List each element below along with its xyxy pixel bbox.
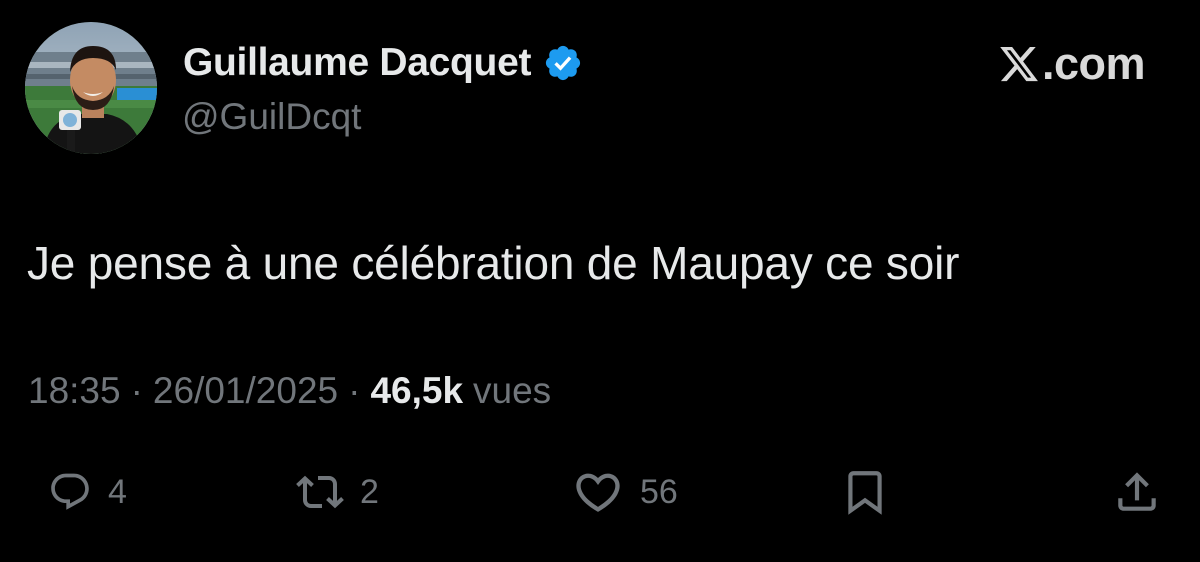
heart-icon <box>572 466 624 518</box>
share-button[interactable] <box>1112 462 1162 522</box>
avatar[interactable] <box>25 22 157 154</box>
tweet-time[interactable]: 18:35 <box>28 370 121 412</box>
tweet-card: Guillaume Dacquet @GuilDcqt .com Je pens… <box>0 0 1200 562</box>
author-handle[interactable]: @GuilDcqt <box>182 96 361 138</box>
avatar-image <box>25 22 157 154</box>
views-label: vues <box>473 370 552 411</box>
author-name-row[interactable]: Guillaume Dacquet <box>183 38 583 88</box>
brand-domain-text: .com <box>1041 38 1146 89</box>
like-button[interactable]: 56 <box>572 462 678 522</box>
x-logo-icon <box>998 43 1040 85</box>
verified-badge-icon <box>543 43 583 83</box>
bookmark-button[interactable] <box>840 462 890 522</box>
like-count: 56 <box>640 472 678 511</box>
tweet-meta: 18:35 · 26/01/2025 · 46,5k vues <box>28 370 551 412</box>
meta-separator: · <box>130 370 143 411</box>
repost-icon <box>296 468 344 516</box>
bookmark-icon <box>840 467 890 517</box>
tweet-text: Je pense à une célébration de Maupay ce … <box>27 237 960 289</box>
views-count[interactable]: 46,5k <box>370 370 463 412</box>
reply-count: 4 <box>108 472 127 511</box>
tweet-date[interactable]: 26/01/2025 <box>153 370 338 412</box>
tweet-actions-bar: 4 2 56 <box>0 462 1200 522</box>
author-display-name[interactable]: Guillaume Dacquet <box>183 41 531 85</box>
meta-separator: · <box>348 370 361 411</box>
reply-button[interactable]: 4 <box>48 462 127 522</box>
repost-button[interactable]: 2 <box>296 462 379 522</box>
reply-icon <box>48 470 92 514</box>
repost-count: 2 <box>360 472 379 511</box>
brand-logo: .com <box>998 38 1146 90</box>
share-icon <box>1112 467 1162 517</box>
